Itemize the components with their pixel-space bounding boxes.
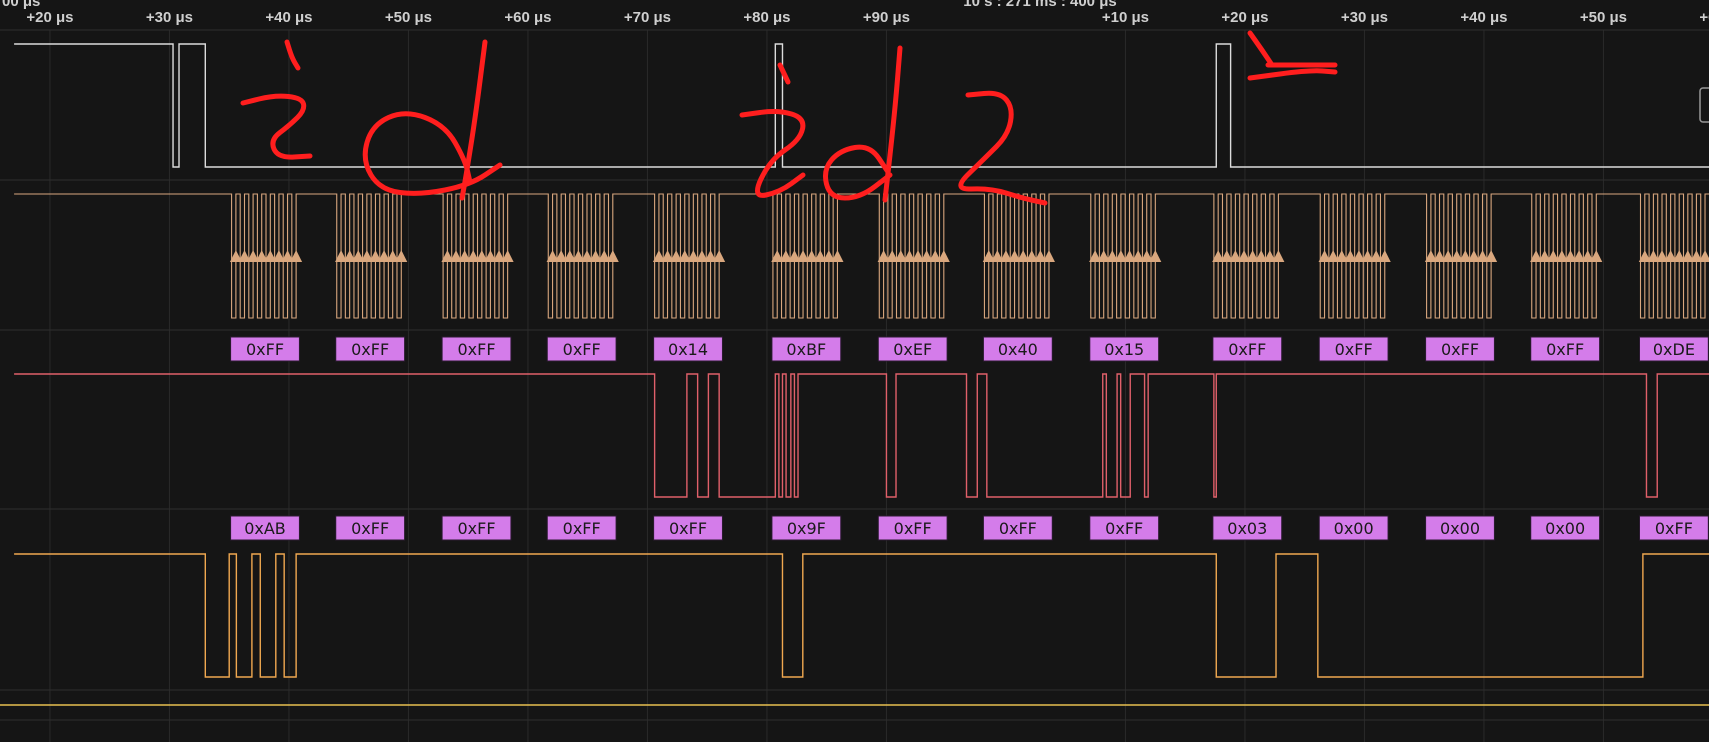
miso-byte-label: 0x00	[1334, 519, 1374, 538]
miso-byte-label: 0xFF	[1105, 519, 1143, 538]
ruler-tick-label: +40 μs	[265, 9, 312, 26]
miso-byte-label: 0xFF	[1655, 519, 1693, 538]
ruler-tick-label: +80 μs	[743, 9, 790, 26]
miso-byte-label: 0x03	[1227, 519, 1267, 538]
miso-byte-label: 0xFF	[894, 519, 932, 538]
ruler-tick-label: +70 μs	[624, 9, 671, 26]
ruler-tick-label: +40 μs	[1460, 9, 1507, 26]
logic-analyzer-view: 00 μs 10 s : 271 ms : 400 μs +20 μs +30 μ…	[0, 0, 1709, 742]
waveform-canvas[interactable]: 00 μs 10 s : 271 ms : 400 μs +20 μs +30 μ…	[0, 0, 1709, 742]
mosi-byte-label: 0xEF	[893, 340, 932, 359]
miso-byte-label: 0xFF	[351, 519, 389, 538]
ruler-tick-label: +20 μs	[1221, 9, 1268, 26]
miso-byte-label: 0xFF	[999, 519, 1037, 538]
miso-byte-label: 0x00	[1545, 519, 1585, 538]
miso-byte-label: 0xFF	[563, 519, 601, 538]
mosi-byte-label: 0xFF	[563, 340, 601, 359]
mosi-byte-label: 0xFF	[1441, 340, 1479, 359]
ruler-tick-label: +30 μs	[1341, 9, 1388, 26]
canvas-background	[0, 0, 1709, 742]
mosi-byte-label: 0xFF	[1546, 340, 1584, 359]
miso-byte-label: 0xFF	[669, 519, 707, 538]
mosi-byte-label: 0x14	[668, 340, 708, 359]
mosi-byte-label: 0xBF	[786, 340, 826, 359]
miso-byte-label: 0xFF	[457, 519, 495, 538]
mosi-byte-label: 0xDE	[1653, 340, 1695, 359]
mosi-byte-label: 0x40	[998, 340, 1038, 359]
miso-byte-label: 0x9F	[787, 519, 826, 538]
miso-byte-label: 0x00	[1440, 519, 1480, 538]
mosi-byte-label: 0xFF	[457, 340, 495, 359]
mosi-byte-label: 0xFF	[1228, 340, 1266, 359]
ruler-tick-label: +60 μs	[504, 9, 551, 26]
ruler-tick-label: +20 μs	[26, 9, 73, 26]
mosi-byte-label: 0x15	[1104, 340, 1144, 359]
mosi-byte-label: 0xFF	[1335, 340, 1373, 359]
ruler-tick-label: +60 μs	[1699, 9, 1709, 26]
ruler-tick-label: +10 μs	[1102, 9, 1149, 26]
mosi-byte-label: 0xFF	[351, 340, 389, 359]
ruler-tick-label: +30 μs	[146, 9, 193, 26]
mosi-byte-label: 0xFF	[246, 340, 284, 359]
miso-byte-label: 0xAB	[244, 519, 286, 538]
ruler-center-label: 10 s : 271 ms : 400 μs	[963, 0, 1116, 10]
ruler-tick-label: +50 μs	[385, 9, 432, 26]
ruler-tick-label: +50 μs	[1580, 9, 1627, 26]
ruler-tick-label: +90 μs	[863, 9, 910, 26]
